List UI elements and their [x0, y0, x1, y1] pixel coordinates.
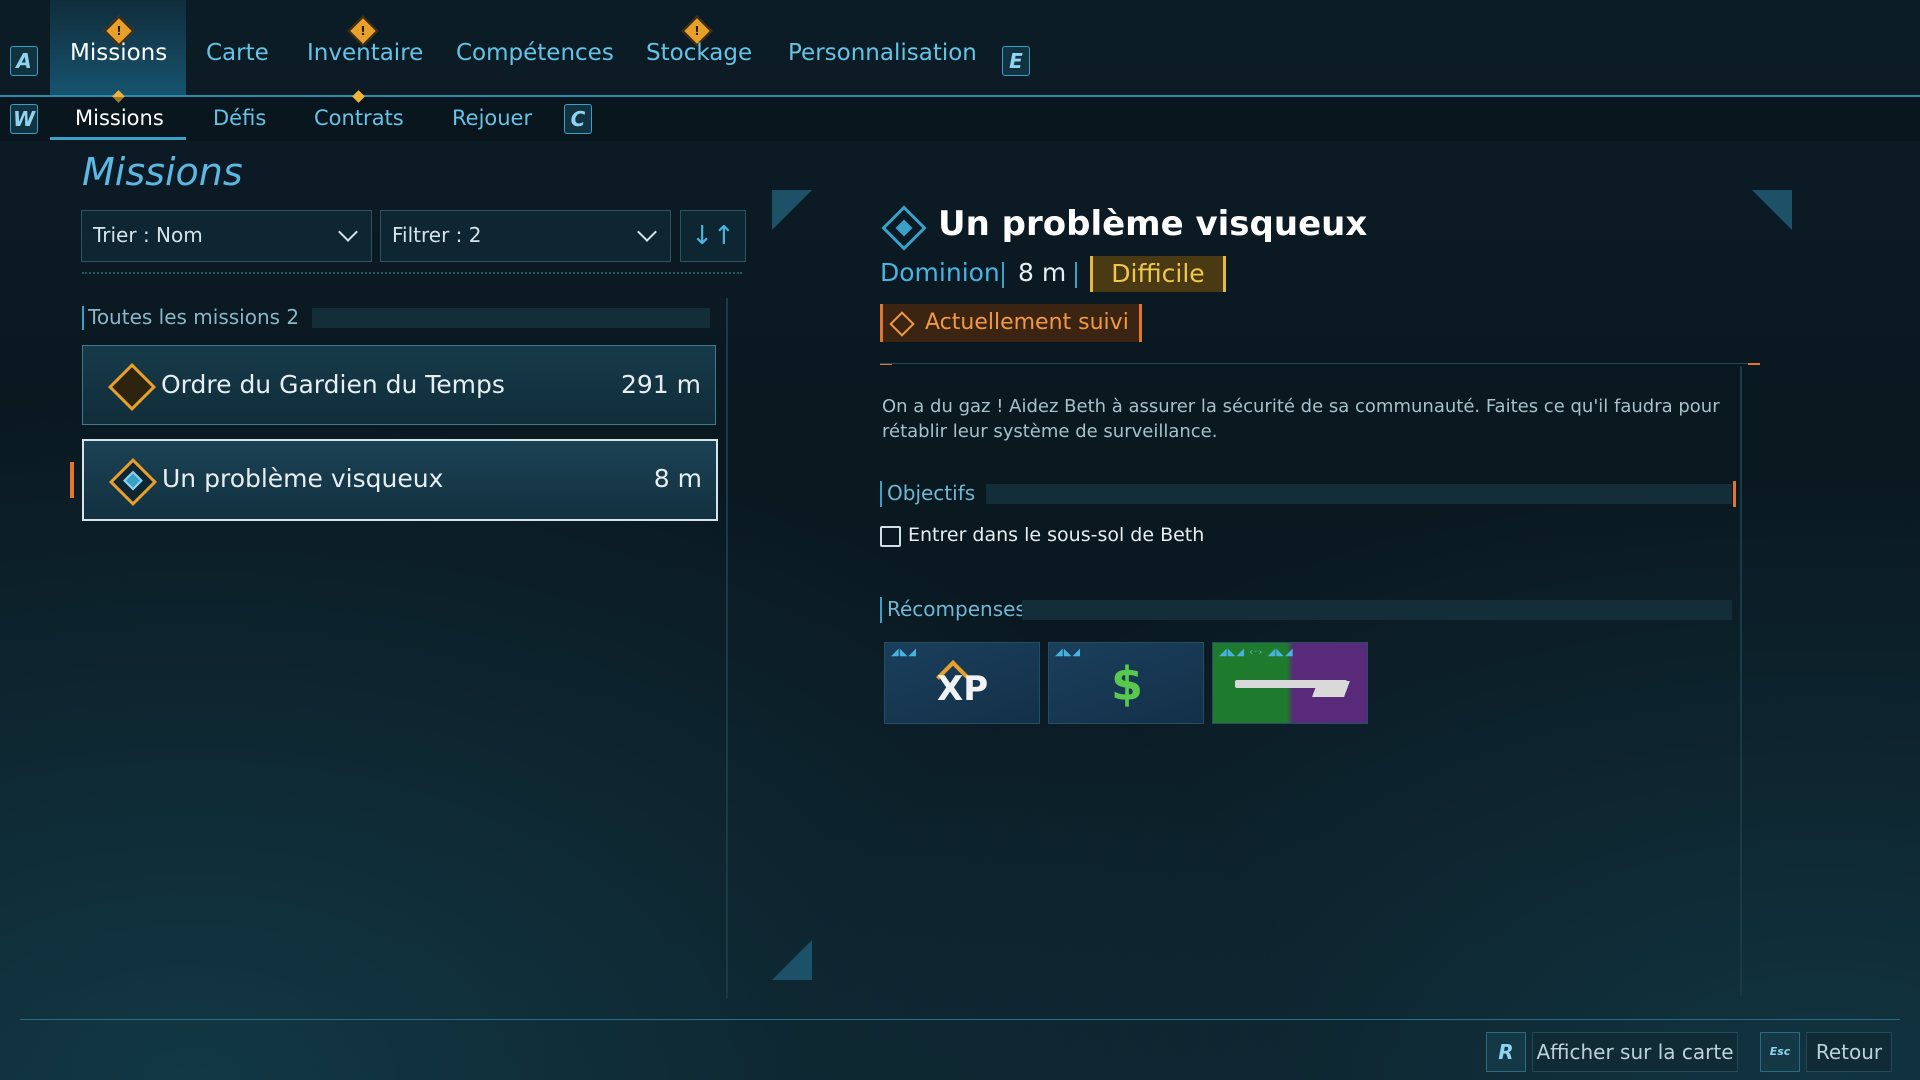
key-hint-map[interactable]: R	[1486, 1032, 1526, 1072]
reward-money[interactable]: ◢◣◢ $	[1048, 642, 1204, 724]
money-icon: $	[1111, 657, 1144, 711]
section-bar	[312, 308, 710, 328]
mission-diamond-icon	[108, 457, 158, 507]
sort-arrows-icon: ↓↑	[691, 221, 735, 251]
tab-missions[interactable]: Missions	[70, 40, 167, 66]
mission-list-item-selected[interactable]: Un problème visqueux 8 m	[82, 439, 718, 521]
key-hint-escape[interactable]: Esc	[1760, 1032, 1800, 1072]
filter-label: Filtrer : 2	[392, 223, 482, 247]
sub-navigation	[0, 97, 1920, 141]
mission-faction: Dominion	[880, 258, 1000, 287]
meta-separator	[1002, 262, 1004, 288]
divider-mark	[1748, 363, 1760, 365]
mission-distance: 8 m	[653, 464, 702, 493]
top-navigation: A ! Missions Carte ! Inventaire Compéten…	[0, 0, 1920, 103]
subtab-defis[interactable]: Défis	[213, 106, 266, 130]
reward-weapon[interactable]: ◢◣◢ ‹·› ◢◣◢	[1212, 642, 1368, 724]
subtab-rejouer[interactable]: Rejouer	[452, 106, 532, 130]
footer-divider	[20, 1019, 1900, 1020]
shotgun-stock-icon	[1312, 681, 1350, 697]
mission-type-icon	[881, 205, 927, 251]
target-icon	[889, 311, 915, 337]
mission-name: Ordre du Gardien du Temps	[161, 370, 505, 399]
difficulty-badge: Difficile	[1090, 256, 1226, 292]
sort-label: Trier : Nom	[93, 223, 203, 247]
mission-quest-icon	[107, 362, 157, 412]
rewards-label: Récompenses	[887, 597, 1026, 621]
mission-list-item[interactable]: Ordre du Gardien du Temps 291 m	[82, 345, 716, 425]
corner-decoration	[772, 190, 812, 230]
section-edge	[82, 306, 84, 330]
divider	[880, 363, 1760, 364]
rewards-header: Récompenses	[880, 597, 1736, 623]
tab-inventaire[interactable]: Inventaire	[307, 40, 423, 66]
key-hint-next-tab[interactable]: E	[1002, 46, 1030, 76]
objective-checkbox	[880, 526, 901, 547]
mission-distance: 291 m	[620, 370, 701, 399]
objectives-label: Objectifs	[887, 481, 976, 505]
scroll-track[interactable]	[726, 298, 728, 998]
objectives-header: Objectifs	[880, 481, 1736, 507]
back-button[interactable]: Retour	[1806, 1032, 1892, 1072]
subtab-underline	[50, 137, 186, 140]
selected-indicator	[70, 462, 74, 498]
mission-name: Un problème visqueux	[162, 464, 444, 493]
key-hint-prev-tab[interactable]: A	[10, 46, 38, 76]
sort-order-button[interactable]: ↓↑	[680, 210, 746, 262]
tab-personnalisation[interactable]: Personnalisation	[788, 40, 977, 66]
reward-xp[interactable]: ◢◣◢ XP	[884, 642, 1040, 724]
chevron-down-icon	[637, 222, 657, 242]
section-bar	[986, 484, 1732, 504]
mission-title: Un problème visqueux	[938, 204, 1368, 244]
section-bar	[1022, 600, 1732, 620]
corner-decoration	[772, 940, 812, 980]
mission-distance-detail: 8 m	[1018, 258, 1067, 287]
meta-separator	[1075, 262, 1077, 288]
subtab-contrats[interactable]: Contrats	[314, 106, 404, 130]
subtab-missions[interactable]: Missions	[75, 106, 164, 130]
key-hint-prev-subtab[interactable]: W	[10, 104, 38, 134]
key-hint-next-subtab[interactable]: C	[564, 104, 592, 134]
corner-decoration	[1752, 190, 1792, 230]
tab-competences[interactable]: Compétences	[456, 40, 614, 66]
divider	[82, 272, 742, 276]
xp-icon: XP	[937, 669, 989, 709]
mission-list-header-label: Toutes les missions 2	[88, 305, 300, 329]
sort-dropdown[interactable]: Trier : Nom	[81, 210, 372, 262]
section-endmark	[1733, 481, 1736, 507]
tracked-label: Actuellement suivi	[925, 310, 1129, 335]
filter-dropdown[interactable]: Filtrer : 2	[380, 210, 671, 262]
tracked-badge: Actuellement suivi	[880, 304, 1142, 342]
mission-description: On a du gaz ! Aidez Beth à assurer la sé…	[882, 396, 1720, 442]
mission-list-header: Toutes les missions 2	[82, 304, 714, 332]
tab-stockage[interactable]: Stockage	[646, 40, 752, 66]
show-on-map-button[interactable]: Afficher sur la carte	[1532, 1032, 1738, 1072]
tab-carte[interactable]: Carte	[206, 40, 269, 66]
objective-text: Entrer dans le sous-sol de Beth	[908, 524, 1205, 546]
chevron-down-icon	[338, 222, 358, 242]
detail-scroll-track[interactable]	[1740, 366, 1742, 996]
page-title: Missions	[82, 150, 243, 194]
